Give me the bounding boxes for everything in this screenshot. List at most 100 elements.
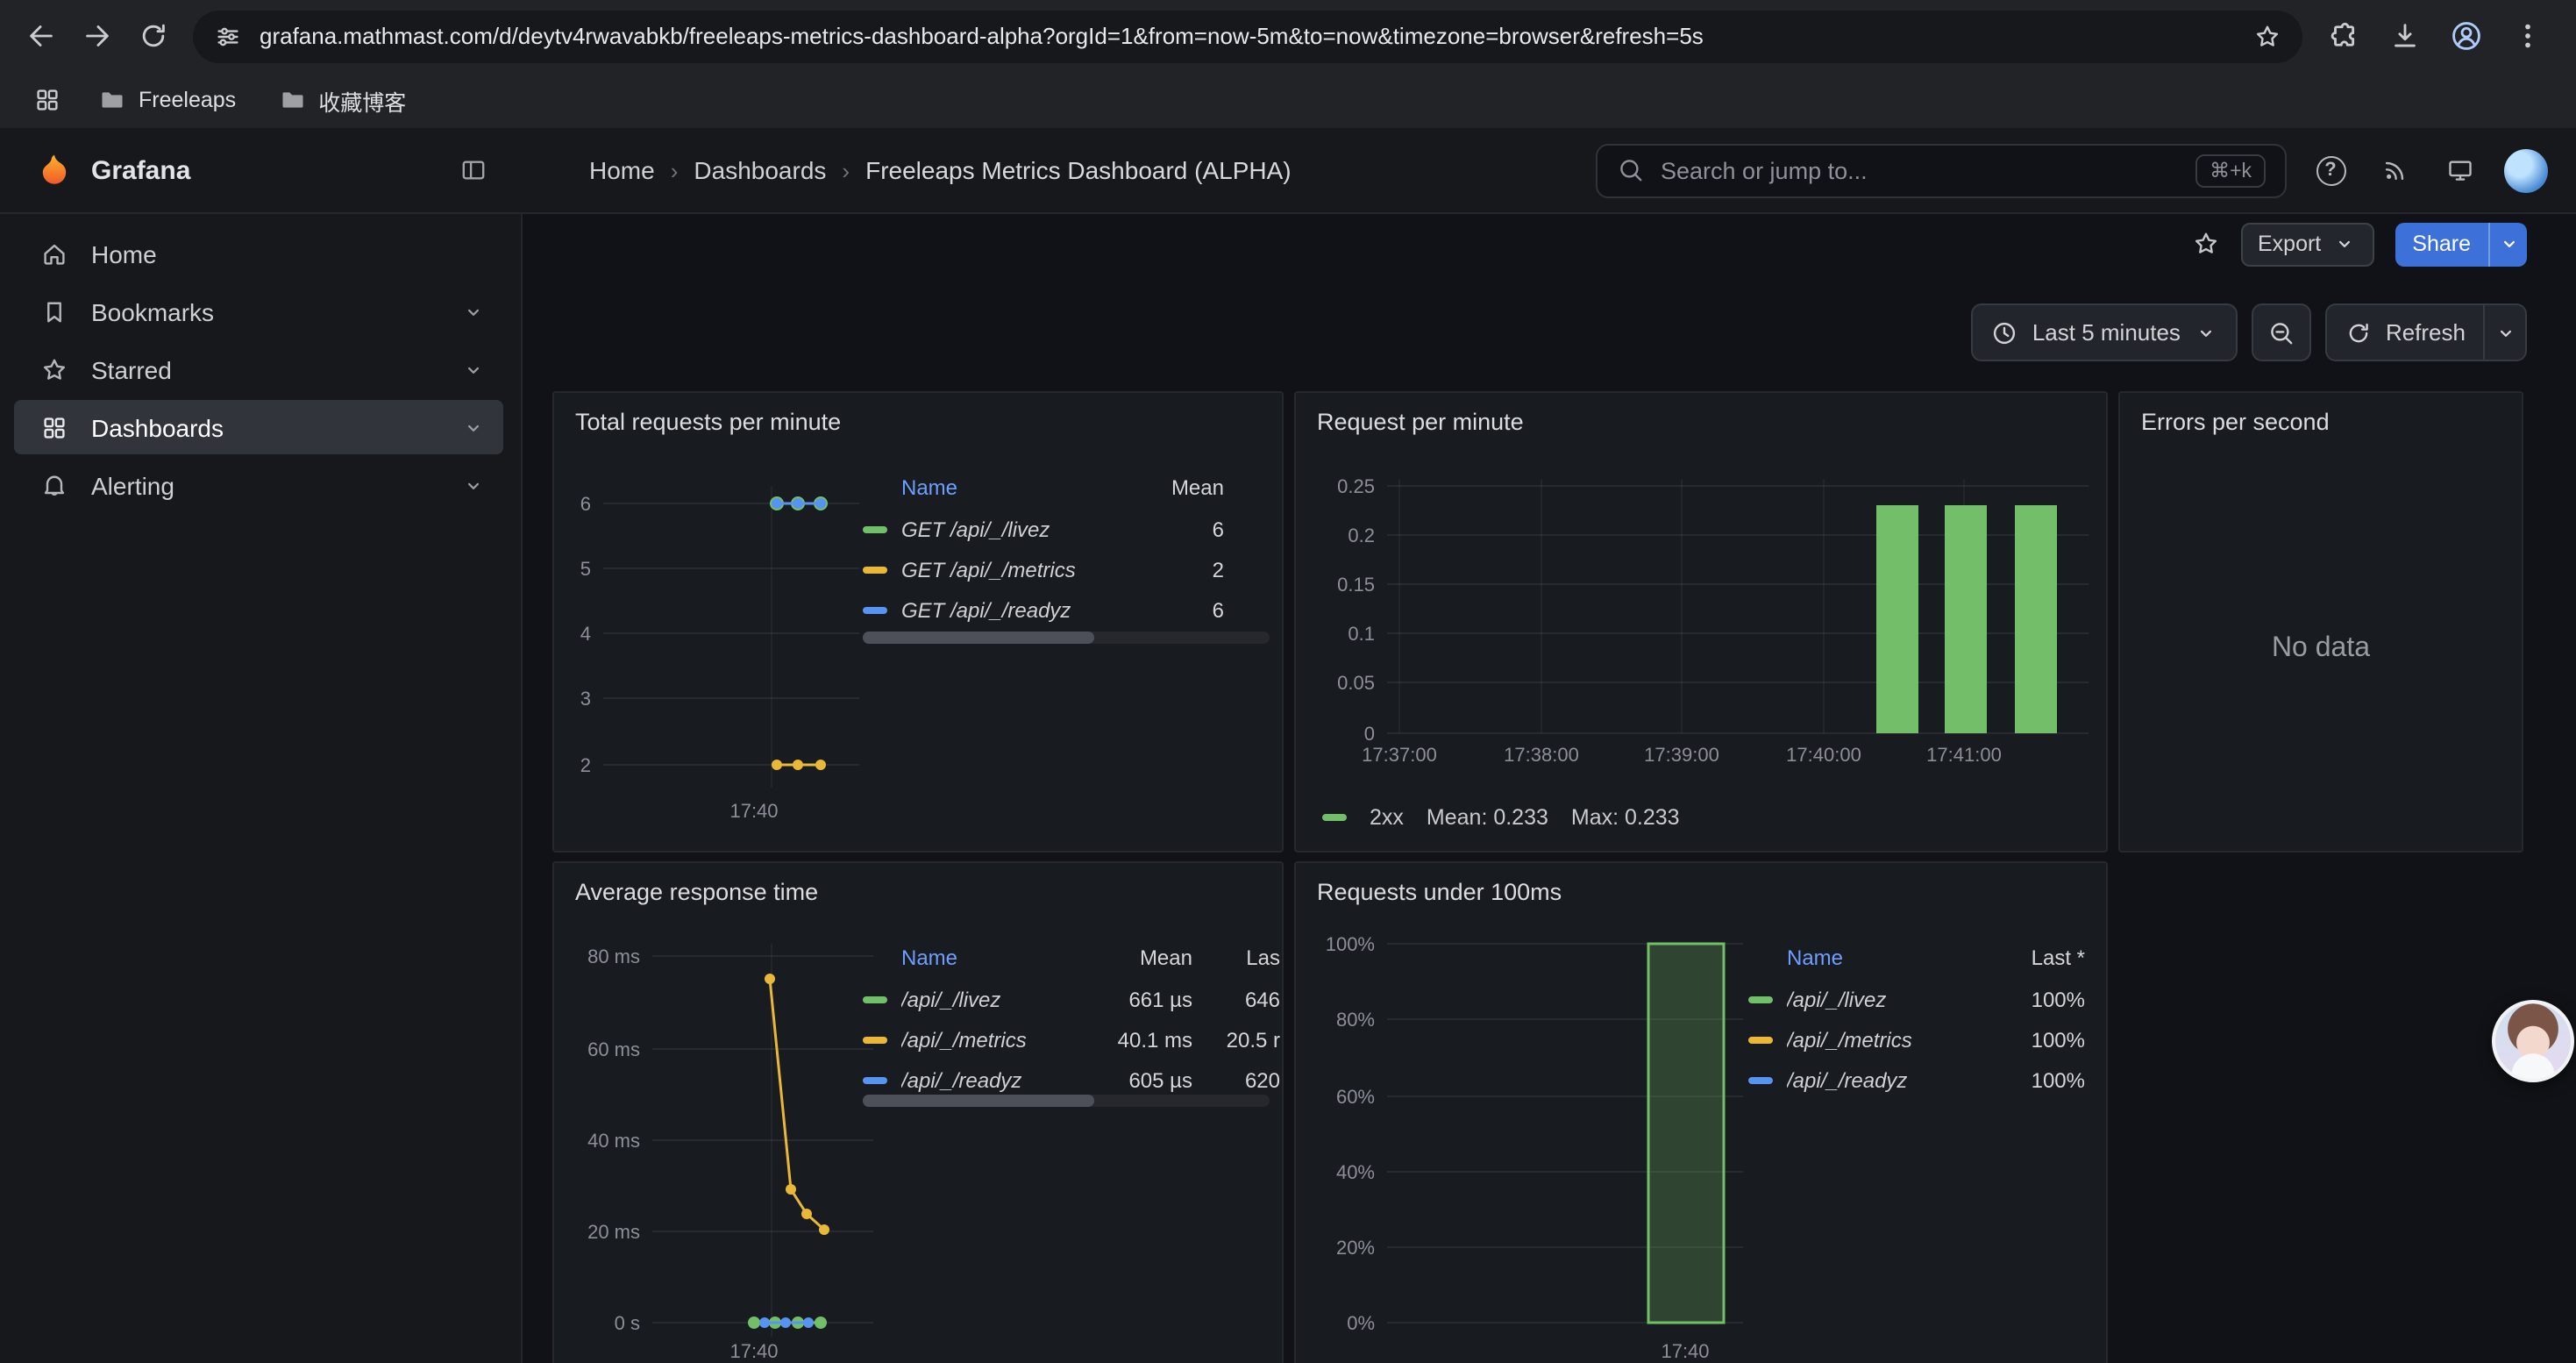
sidebar-item-bookmarks[interactable]: Bookmarks [14,284,503,339]
series-swatch [863,606,887,613]
series-name[interactable]: /api/_/readyz [901,1067,1091,1092]
dock-sidebar-button[interactable] [449,146,498,195]
sidebar-item-alerting[interactable]: Alerting [14,458,503,512]
series-swatch [1748,995,1773,1003]
sidebar-item-dashboards[interactable]: Dashboards [14,400,503,454]
profile-icon[interactable] [2450,19,2483,53]
bookmark-item[interactable]: Freeleaps [84,81,250,119]
rss-icon [2381,156,2409,184]
series-mean: 6 [1140,517,1224,541]
share-button[interactable]: Share [2395,222,2527,266]
favorite-dashboard-button[interactable] [2191,230,2219,258]
bookmark-label: Freeleaps [139,88,236,112]
legend-col-mean[interactable]: Mean [1091,946,1192,970]
series-swatch [1748,1076,1773,1083]
series-name[interactable]: /api/_/livez [1787,987,1997,1011]
legend-col-mean[interactable]: Mean [1140,475,1224,500]
scrollbar-thumb[interactable] [863,632,1094,644]
dashboard-content: Export Share Last 5 minutes [523,214,2576,1363]
legend-header: Name Mean Las [863,937,1280,979]
legend-scrollbar[interactable] [863,1095,1270,1107]
refresh-label: Refresh [2386,319,2466,346]
url-bar[interactable]: grafana.mathmast.com/d/deytv4rwavabkb/fr… [193,10,2302,62]
sidebar-item-label: Starred [91,355,172,383]
export-button[interactable]: Export [2240,222,2373,266]
series-max: Max: 0.233 [1571,805,1680,830]
display-button[interactable] [2434,144,2487,196]
export-label: Export [2258,232,2321,256]
site-info-icon[interactable] [214,22,242,50]
refresh-button-group: Refresh [2326,303,2527,361]
legend-col-name[interactable]: Name [1748,946,1997,970]
series-name[interactable]: /api/_/metrics [901,1027,1091,1052]
help-button[interactable]: ? [2304,144,2357,196]
share-menu-button[interactable] [2488,222,2527,266]
panel-title[interactable]: Average response time [554,863,1282,905]
forward-button[interactable] [70,10,123,62]
breadcrumb-home[interactable]: Home [589,156,655,184]
requests-under-100ms-chart[interactable]: 100%80%60%40%20%0%17:40 [1296,933,1752,1363]
panel-title[interactable]: Request per minute [1296,393,2106,435]
chevron-down-icon[interactable] [461,357,486,382]
legend-col-last[interactable]: Las [1192,946,1280,970]
series-swatch [863,1076,887,1083]
svg-text:17:38:00: 17:38:00 [1504,744,1579,766]
series-name[interactable]: /api/_/metrics [1787,1027,1997,1052]
svg-text:17:40:00: 17:40:00 [1786,744,1861,766]
legend-row: /api/_/metrics 40.1 ms 20.5 r [863,1019,1280,1060]
request-per-minute-chart[interactable]: 0.250.20.150.10.05017:37:0017:38:0017:39… [1296,472,2094,796]
series-mean: 2 [1140,557,1224,582]
back-button[interactable] [14,10,67,62]
panel-title[interactable]: Requests under 100ms [1296,863,2106,905]
chevron-down-icon[interactable] [461,415,486,439]
legend-col-name[interactable]: Name [863,475,1140,500]
time-range-label: Last 5 minutes [2032,319,2181,346]
average-response-time-chart[interactable]: 80 ms60 ms40 ms20 ms0 s17:40 [558,933,882,1363]
search-input[interactable]: Search or jump to... ⌘+k [1596,143,2287,197]
series-mean: 605 µs [1091,1067,1192,1092]
extensions-icon[interactable] [2327,19,2360,53]
reload-button[interactable] [126,10,179,62]
panel-title[interactable]: Errors per second [2120,393,2522,435]
apps-grid-button[interactable] [25,77,70,123]
no-data-message: No data [2120,446,2522,851]
chevron-down-icon[interactable] [461,473,486,497]
time-controls: Last 5 minutes Refresh [1971,303,2527,361]
bookmark-item[interactable]: 收藏博客 [264,78,420,122]
series-last: 646 [1192,987,1280,1011]
series-name[interactable]: GET /api/_/metrics [901,557,1140,582]
bookmarks-bar: Freeleaps 收藏博客 [0,72,2576,128]
svg-text:17:41:00: 17:41:00 [1926,744,2002,766]
sidebar-item-starred[interactable]: Starred [14,342,503,396]
clock-icon [1990,318,2018,346]
bookmark-star-icon[interactable] [2253,22,2281,50]
breadcrumb-dashboards[interactable]: Dashboards [694,156,826,184]
refresh-button[interactable]: Refresh [2328,305,2483,360]
sidebar-item-home[interactable]: Home [14,226,503,281]
browser-menu-icon[interactable] [2511,19,2544,53]
chevron-down-icon [2195,320,2219,345]
series-name[interactable]: 2xx [1370,805,1404,830]
star-icon [40,355,68,383]
series-name[interactable]: GET /api/_/readyz [901,597,1140,622]
series-name[interactable]: /api/_/readyz [1787,1067,1997,1092]
legend-col-last[interactable]: Last * [1997,946,2085,970]
assistant-avatar-widget[interactable] [2492,1000,2574,1082]
refresh-interval-button[interactable] [2483,305,2525,360]
series-name[interactable]: GET /api/_/livez [901,517,1140,541]
scrollbar-thumb[interactable] [863,1095,1094,1107]
total-requests-chart[interactable]: 6543217:40 [558,472,882,853]
browser-toolbar: grafana.mathmast.com/d/deytv4rwavabkb/fr… [0,0,2576,72]
legend-scrollbar[interactable] [863,632,1270,644]
series-name[interactable]: /api/_/livez [901,987,1091,1011]
legend-col-name[interactable]: Name [863,946,1091,970]
panel-title[interactable]: Total requests per minute [554,393,1282,435]
chevron-down-icon[interactable] [461,299,486,324]
arrow-right-icon [80,19,113,53]
downloads-icon[interactable] [2388,19,2422,53]
sidebar-item-label: Home [91,239,157,268]
zoom-out-time-button[interactable] [2252,303,2312,361]
user-avatar-button[interactable] [2499,144,2551,196]
news-button[interactable] [2369,144,2422,196]
time-range-picker[interactable]: Last 5 minutes [1971,303,2238,361]
